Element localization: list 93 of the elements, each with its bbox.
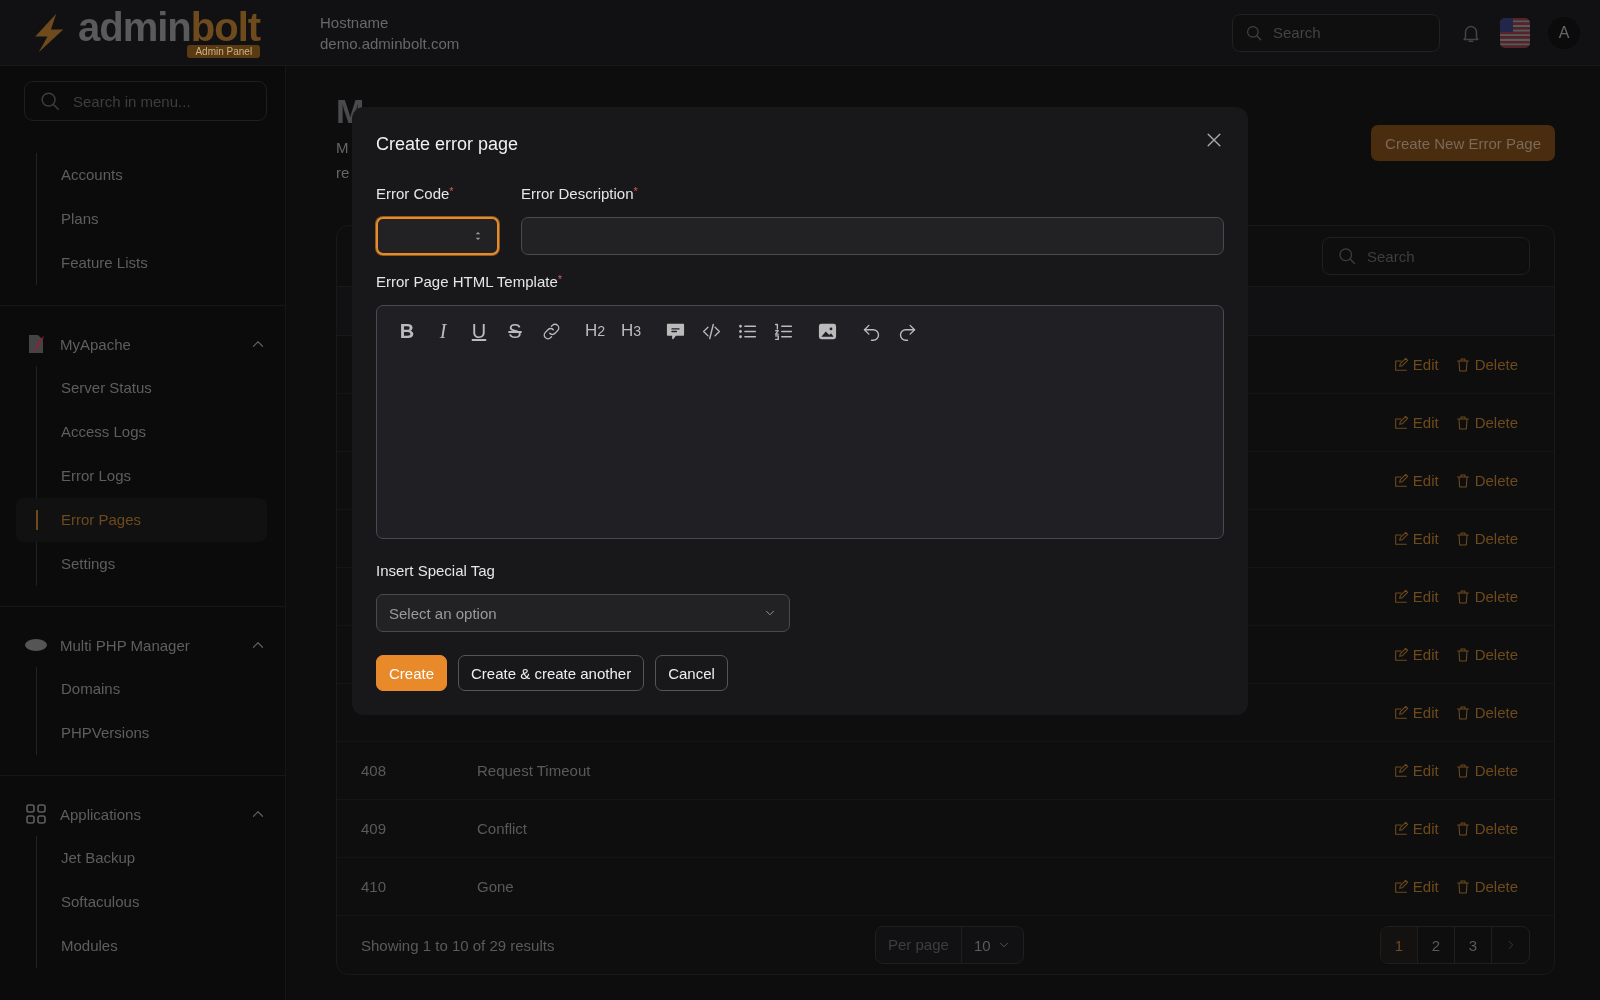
trash-icon[interactable] <box>1454 414 1471 431</box>
edit-icon[interactable] <box>1392 472 1409 489</box>
menu-item[interactable]: Settings <box>16 542 267 586</box>
field-label: Error Code* <box>376 185 455 204</box>
action-link[interactable]: Edit <box>1412 878 1439 895</box>
action-link[interactable]: Delete <box>1474 472 1518 489</box>
edit-icon[interactable] <box>1392 762 1409 779</box>
underline-button[interactable]: U <box>461 313 497 349</box>
edit-icon[interactable] <box>1392 646 1409 663</box>
action-link[interactable]: Edit <box>1412 472 1439 489</box>
menu-item[interactable]: Accounts <box>16 153 267 197</box>
menu-group-header[interactable]: Applications <box>60 805 237 823</box>
select-field[interactable]: Select an option <box>376 594 790 632</box>
bold-button[interactable]: B <box>389 313 425 349</box>
table-cell: 409 <box>361 820 387 837</box>
action-link[interactable]: Edit <box>1412 704 1439 721</box>
action-link[interactable]: Edit <box>1412 530 1439 547</box>
menu-item[interactable]: Domains <box>16 667 267 711</box>
hostname-label: Hostname <box>320 13 390 31</box>
trash-icon[interactable] <box>1454 472 1471 489</box>
trash-icon[interactable] <box>1454 704 1471 721</box>
strike-button[interactable]: S <box>497 313 533 349</box>
menu-group-header[interactable]: MyApache <box>60 335 237 353</box>
action-link[interactable]: Delete <box>1474 530 1518 547</box>
menu-item[interactable]: Feature Lists <box>16 241 267 285</box>
field-label: Error Page HTML Template* <box>376 273 564 292</box>
logo-tagline: Admin Panel <box>187 45 261 58</box>
flag-icon[interactable] <box>1500 17 1530 48</box>
action-link[interactable]: Delete <box>1474 646 1518 663</box>
action-link[interactable]: Delete <box>1474 704 1518 721</box>
menu-item[interactable]: Error Logs <box>16 454 267 498</box>
edit-icon[interactable] <box>1392 820 1409 837</box>
create-error-page-button[interactable]: Create New Error Page <box>1371 125 1555 161</box>
search-icon <box>1337 246 1357 266</box>
create-button[interactable]: Create <box>376 655 448 691</box>
trash-icon[interactable] <box>1454 820 1471 837</box>
field-label: Error Description* <box>521 185 639 204</box>
action-link[interactable]: Edit <box>1412 820 1439 837</box>
action-link[interactable]: Delete <box>1474 762 1518 779</box>
menu-item[interactable]: Jet Backup <box>16 836 267 880</box>
action-link[interactable]: Delete <box>1474 878 1518 895</box>
action-link[interactable]: Edit <box>1412 762 1439 779</box>
action-link[interactable]: Edit <box>1412 588 1439 605</box>
trash-icon[interactable] <box>1454 762 1471 779</box>
page-button[interactable]: 1 <box>1381 927 1418 963</box>
edit-icon[interactable] <box>1392 878 1409 895</box>
secondary-button[interactable]: Create & create another <box>458 655 645 691</box>
menu-item[interactable]: PHPVersions <box>16 711 267 755</box>
menu-item[interactable]: Server Status <box>16 366 267 410</box>
input-field[interactable] <box>521 217 1224 255</box>
hostname-value: demo.adminbolt.com <box>320 34 460 52</box>
action-link[interactable]: Delete <box>1474 356 1518 373</box>
trash-icon[interactable] <box>1454 588 1471 605</box>
action-link[interactable]: Delete <box>1474 588 1518 605</box>
italic-button[interactable]: I <box>425 313 461 349</box>
secondary-button[interactable]: Cancel <box>655 655 728 691</box>
trash-icon[interactable] <box>1454 530 1471 547</box>
edit-icon[interactable] <box>1392 704 1409 721</box>
table-cell: 410 <box>361 878 387 895</box>
menu-item[interactable]: Softaculous <box>16 880 267 924</box>
avatar[interactable]: A <box>1548 16 1580 49</box>
search-icon <box>39 90 61 112</box>
menu-item[interactable]: Error Pages <box>16 498 267 542</box>
menu-item[interactable]: Modules <box>16 924 267 968</box>
table-cell: Gone <box>477 878 514 895</box>
number-input-field[interactable] <box>376 217 499 255</box>
action-link[interactable]: Delete <box>1474 414 1518 431</box>
trash-icon[interactable] <box>1454 878 1471 895</box>
edit-icon[interactable] <box>1392 414 1409 431</box>
trash-icon[interactable] <box>1454 356 1471 373</box>
page-description: re <box>336 164 351 181</box>
table-cell: 408 <box>361 762 387 779</box>
table-cell: Conflict <box>477 820 528 837</box>
edit-icon[interactable] <box>1392 356 1409 373</box>
action-link[interactable]: Edit <box>1412 646 1439 663</box>
table-cell: Request Timeout <box>477 762 591 779</box>
search-icon <box>1245 23 1263 42</box>
edit-icon[interactable] <box>1392 530 1409 547</box>
action-link[interactable]: Edit <box>1412 414 1439 431</box>
action-link[interactable]: Delete <box>1474 820 1518 837</box>
menu-group-header[interactable]: Multi PHP Manager <box>60 636 237 654</box>
field-label: Insert Special Tag <box>376 562 496 581</box>
page-button[interactable]: 2 <box>1418 927 1455 963</box>
page-description: M <box>336 139 350 156</box>
results-summary: Showing 1 to 10 of 29 results <box>361 936 556 954</box>
page-button[interactable]: 3 <box>1455 927 1492 963</box>
menu-item[interactable]: Access Logs <box>16 410 267 454</box>
menu-item[interactable]: Plans <box>16 197 267 241</box>
grid-icon <box>24 802 48 826</box>
action-link[interactable]: Edit <box>1412 356 1439 373</box>
edit-icon[interactable] <box>1392 588 1409 605</box>
trash-icon[interactable] <box>1454 646 1471 663</box>
dialog-title: Create error page <box>376 133 519 155</box>
